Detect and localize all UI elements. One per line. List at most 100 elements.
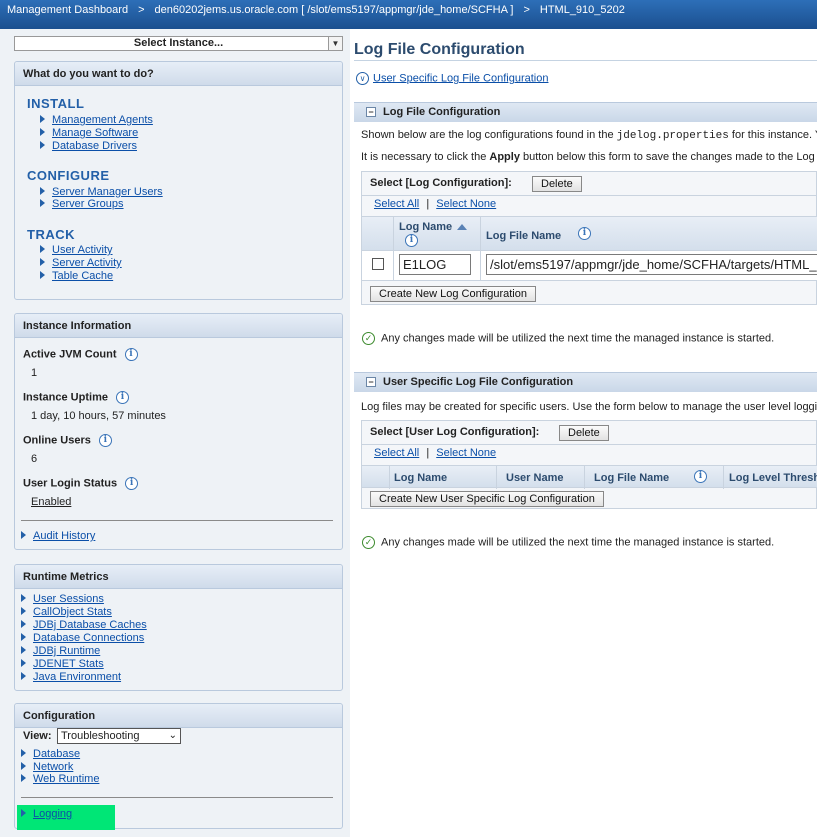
delete-button[interactable]: Delete — [559, 425, 609, 441]
breadcrumb-item-instance-name: HTML_910_5202 — [539, 4, 625, 16]
select-log-config-label: Select [Log Configuration]: — [370, 177, 512, 189]
log-file-name-input[interactable]: /slot/ems5197/appmgr/jde_home/SCFHA/targ… — [486, 254, 817, 275]
nav-web-runtime[interactable]: Web Runtime — [21, 773, 99, 785]
collapse-icon[interactable]: − — [366, 377, 376, 388]
chevron-down-icon[interactable]: ⌄ — [169, 729, 177, 743]
select-user-log-config-label: Select [User Log Configuration]: — [370, 426, 540, 438]
triangle-right-icon — [21, 672, 26, 681]
nav-jdbj-runtime[interactable]: JDBj Runtime — [21, 645, 100, 657]
select-links: Select All | Select None — [374, 447, 497, 459]
triangle-right-icon — [21, 809, 26, 818]
nav-database-connections[interactable]: Database Connections — [21, 632, 144, 644]
info-icon[interactable]: i — [405, 234, 418, 247]
column-header-user-name: User Name — [506, 472, 564, 484]
sort-ascending-icon[interactable] — [457, 224, 468, 231]
uptime-value: 1 day, 10 hours, 57 minutes — [31, 410, 166, 422]
instance-info-panel: Instance Information Active JVM Count i 1… — [14, 313, 343, 550]
login-status-link[interactable]: Enabled — [31, 496, 71, 508]
select-none-link[interactable]: Select None — [436, 447, 496, 459]
checkmark-icon: ✓ — [362, 536, 375, 549]
configure-heading: CONFIGURE — [27, 168, 110, 183]
select-all-link[interactable]: Select All — [374, 198, 419, 210]
info-icon[interactable]: i — [124, 348, 138, 361]
triangle-right-icon — [21, 531, 26, 540]
triangle-right-icon — [21, 646, 26, 655]
divider — [21, 520, 333, 521]
breadcrumb-item-dashboard[interactable]: Management Dashboard — [7, 4, 128, 16]
row-checkbox[interactable] — [372, 258, 384, 270]
user-log-config-table: Select [User Log Configuration]: Delete … — [361, 420, 817, 509]
nav-database-drivers[interactable]: Database Drivers — [40, 140, 137, 152]
info-icon[interactable]: i — [115, 391, 129, 404]
nav-jdbj-database-caches[interactable]: JDBj Database Caches — [21, 619, 147, 631]
chevron-down-icon[interactable]: ▼ — [328, 37, 342, 50]
nav-network[interactable]: Network — [21, 761, 73, 773]
create-user-log-config-button[interactable]: Create New User Specific Log Configurati… — [370, 491, 604, 507]
column-header-log-name[interactable]: Log Name — [399, 221, 468, 233]
instance-info-title: Instance Information — [15, 314, 342, 338]
configuration-panel: Configuration View: Troubleshooting ⌄ Da… — [14, 703, 343, 830]
triangle-right-icon — [21, 762, 26, 771]
log-name-input[interactable]: E1LOG — [399, 254, 471, 275]
user-specific-jump-link[interactable]: ∨ User Specific Log File Configuration — [356, 72, 548, 85]
info-icon[interactable]: i — [98, 434, 112, 447]
nav-java-environment[interactable]: Java Environment — [21, 671, 121, 683]
log-config-note: ✓ Any changes made will be utilized the n… — [362, 332, 774, 345]
nav-server-manager-users[interactable]: Server Manager Users — [40, 186, 163, 198]
select-links: Select All | Select None — [374, 198, 497, 210]
nav-database[interactable]: Database — [21, 748, 80, 760]
divider — [480, 217, 481, 252]
column-header-log-file-name: Log File Name — [486, 230, 562, 242]
triangle-right-icon — [40, 115, 45, 124]
divider — [354, 60, 817, 61]
nav-audit-history[interactable]: Audit History — [21, 530, 95, 542]
info-icon[interactable]: i — [578, 227, 591, 240]
triangle-right-icon — [21, 607, 26, 616]
breadcrumb-item-instance-host[interactable]: den60202jems.us.oracle.com [ /slot/ems51… — [155, 4, 514, 16]
active-jvm-label: Active JVM Count i — [23, 348, 138, 361]
breadcrumb-separator: > — [138, 4, 145, 16]
divider — [393, 251, 394, 281]
table-row: E1LOG /slot/ems5197/appmgr/jde_home/SCFH… — [362, 251, 817, 281]
online-users-label: Online Users i — [23, 434, 112, 447]
page-title: Log File Configuration — [354, 41, 525, 58]
nav-manage-software[interactable]: Manage Software — [40, 127, 138, 139]
triangle-right-icon — [40, 128, 45, 137]
select-instance-dropdown[interactable]: Select Instance... ▼ — [14, 36, 343, 51]
divider — [393, 217, 394, 252]
log-config-table: Select [Log Configuration]: Delete Selec… — [361, 171, 817, 305]
runtime-metrics-title: Runtime Metrics — [15, 565, 342, 589]
nav-logging[interactable]: Logging — [21, 808, 72, 820]
nav-user-sessions[interactable]: User Sessions — [21, 593, 104, 605]
divider — [496, 466, 497, 489]
install-heading: INSTALL — [27, 96, 85, 111]
select-none-link[interactable]: Select None — [436, 198, 496, 210]
select-all-link[interactable]: Select All — [374, 447, 419, 459]
what-to-do-title: What do you want to do? — [15, 62, 342, 86]
triangle-right-icon — [40, 258, 45, 267]
view-select[interactable]: Troubleshooting ⌄ — [57, 728, 181, 744]
user-log-config-section-header[interactable]: − User Specific Log File Configuration — [354, 372, 817, 392]
collapse-icon[interactable]: − — [366, 107, 376, 118]
triangle-right-icon — [40, 141, 45, 150]
delete-button[interactable]: Delete — [532, 176, 582, 192]
breadcrumb-separator: > — [523, 4, 530, 16]
nav-server-groups[interactable]: Server Groups — [40, 198, 124, 210]
nav-callobject-stats[interactable]: CallObject Stats — [21, 606, 112, 618]
table-header: Log Name i Log File Name i — [362, 216, 817, 252]
divider — [362, 444, 817, 445]
nav-user-activity[interactable]: User Activity — [40, 244, 113, 256]
divider — [584, 466, 585, 489]
log-config-section-header[interactable]: − Log File Configuration — [354, 102, 817, 122]
nav-jdenet-stats[interactable]: JDENET Stats — [21, 658, 104, 670]
nav-table-cache[interactable]: Table Cache — [40, 270, 113, 282]
info-icon[interactable]: i — [125, 477, 139, 490]
login-status-label: User Login Status i — [23, 477, 139, 490]
create-log-config-button[interactable]: Create New Log Configuration — [370, 286, 536, 302]
nav-server-activity[interactable]: Server Activity — [40, 257, 122, 269]
nav-management-agents[interactable]: Management Agents — [40, 114, 153, 126]
chevron-down-icon: ∨ — [356, 72, 369, 85]
divider — [21, 797, 333, 798]
info-icon[interactable]: i — [694, 470, 707, 483]
log-config-apply-note: It is necessary to click the Apply butto… — [361, 151, 817, 163]
